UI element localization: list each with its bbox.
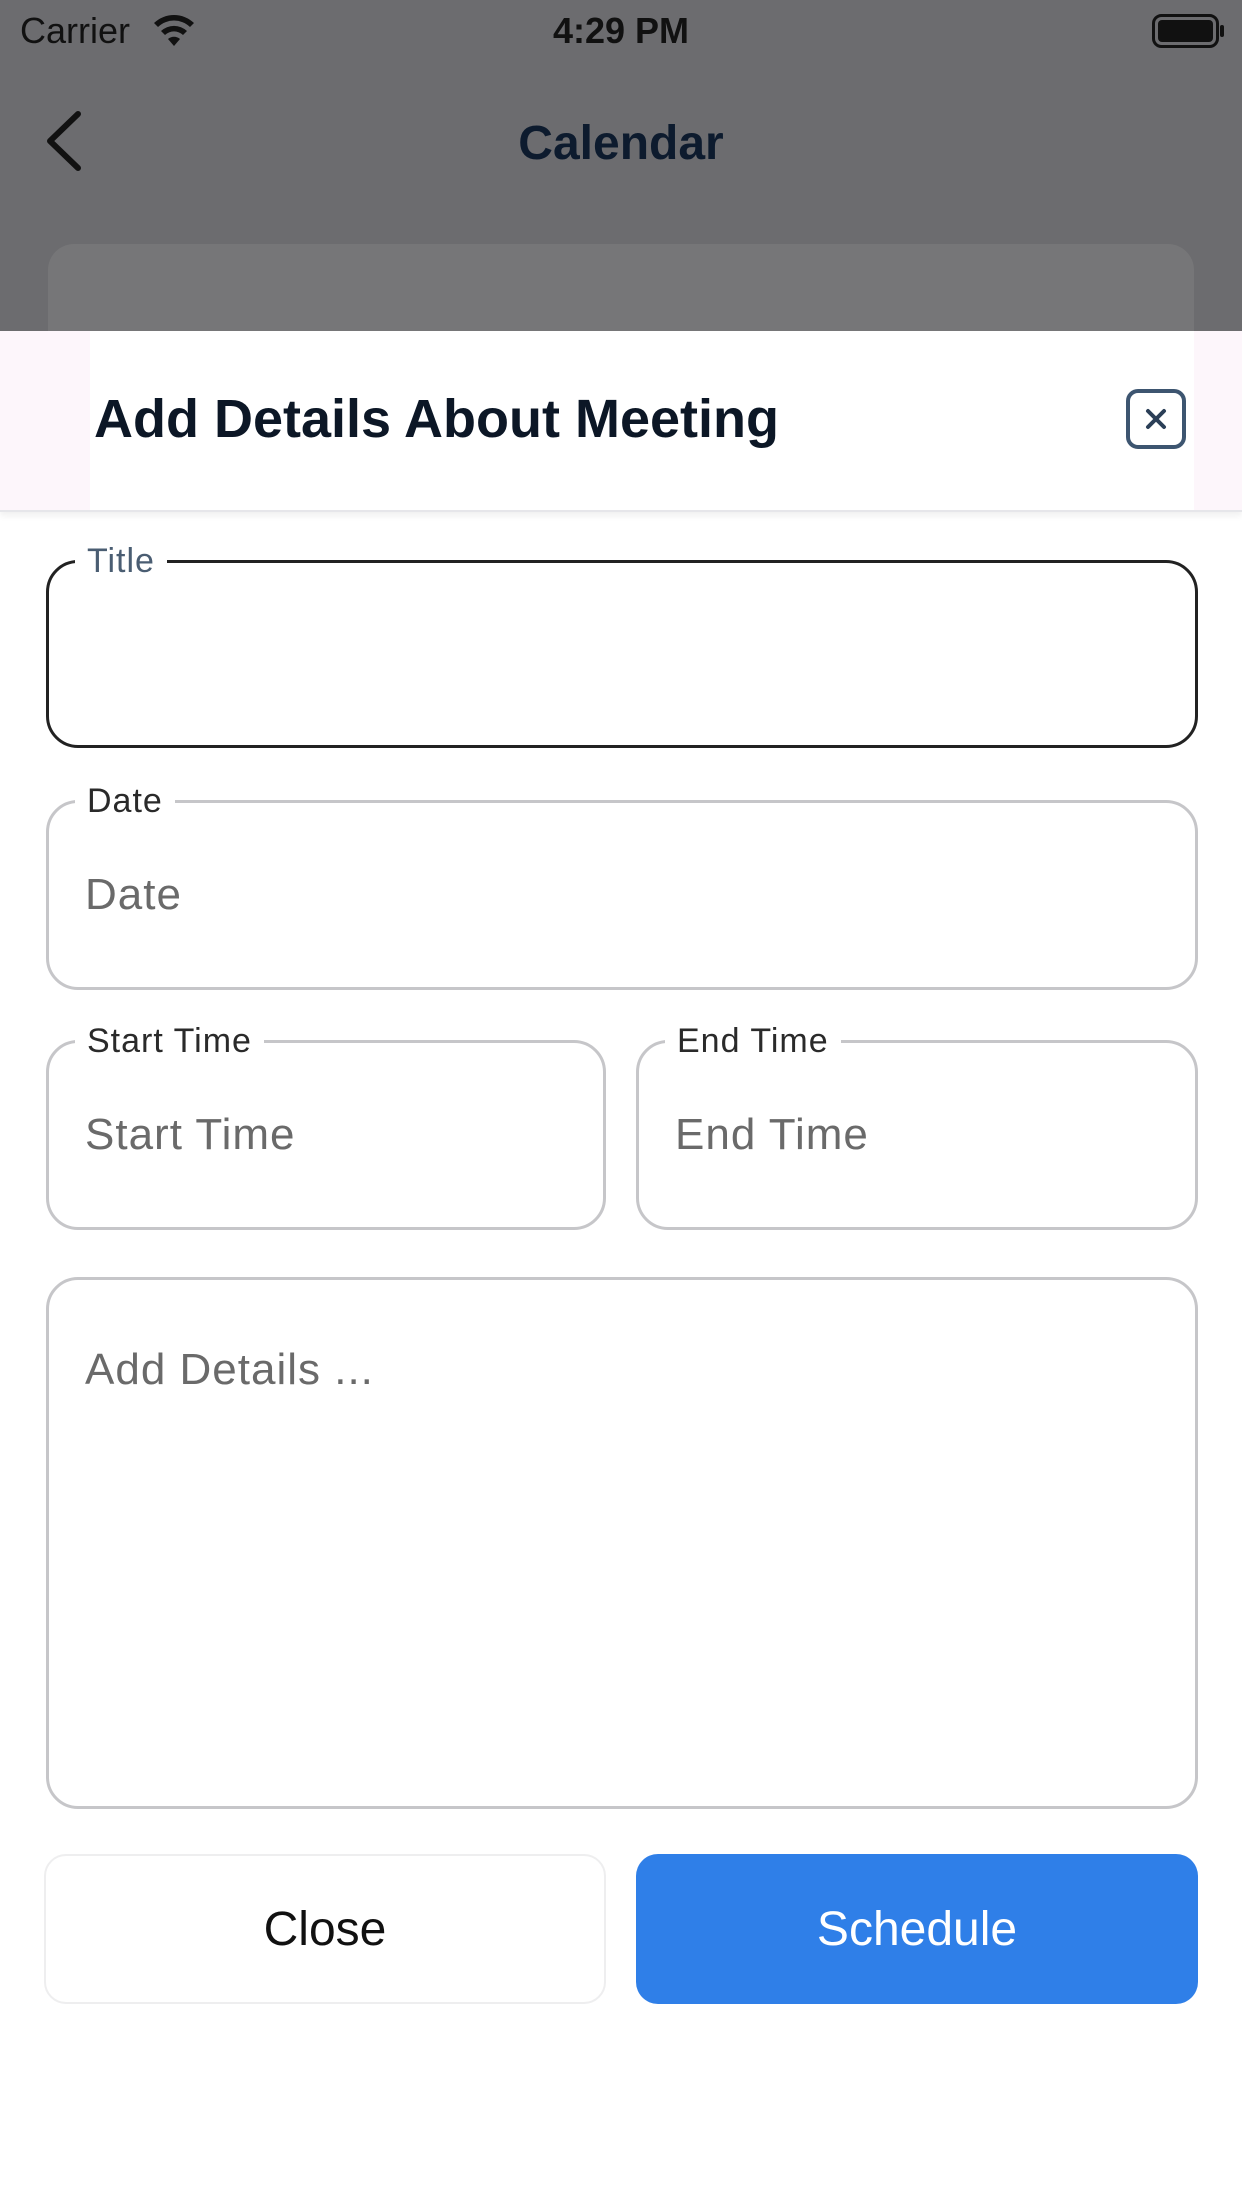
- start-time-field-label: Start Time: [75, 1021, 264, 1061]
- date-placeholder: Date: [85, 870, 182, 919]
- title-input[interactable]: Title: [46, 541, 1198, 748]
- screen: Carrier 4:29 PM Calendar Add Details Abo…: [0, 0, 1242, 2208]
- page-title: Calendar: [518, 117, 724, 170]
- schedule-button-label: Schedule: [816, 1902, 1018, 1956]
- end-time-field-label: End Time: [665, 1021, 841, 1061]
- status-bar: Carrier 4:29 PM: [0, 0, 1242, 62]
- close-button[interactable]: Close: [44, 1854, 606, 2004]
- close-button-label: Close: [263, 1902, 387, 1956]
- close-x-button[interactable]: [1126, 389, 1186, 449]
- date-field[interactable]: Date Date: [46, 781, 1198, 990]
- background-overlay[interactable]: Carrier 4:29 PM Calendar: [0, 0, 1242, 364]
- date-field-label: Date: [75, 781, 175, 821]
- sheet-header: Add Details About Meeting: [0, 331, 1242, 512]
- start-time-field[interactable]: Start Time Start Time: [46, 1021, 606, 1230]
- title-field-label: Title: [75, 541, 167, 581]
- schedule-button[interactable]: Schedule: [636, 1854, 1198, 2004]
- start-time-placeholder: Start Time: [85, 1110, 296, 1159]
- end-time-placeholder: End Time: [675, 1110, 869, 1159]
- details-placeholder: Add Details ...: [85, 1345, 374, 1394]
- end-time-field[interactable]: End Time End Time: [636, 1021, 1198, 1230]
- details-textarea[interactable]: Add Details ...: [46, 1277, 1198, 1809]
- sheet-title: Add Details About Meeting: [94, 389, 779, 449]
- status-time: 4:29 PM: [552, 10, 690, 51]
- navigation-bar: Calendar: [0, 62, 1242, 226]
- battery-icon: [1152, 14, 1224, 48]
- close-icon: [1146, 409, 1166, 429]
